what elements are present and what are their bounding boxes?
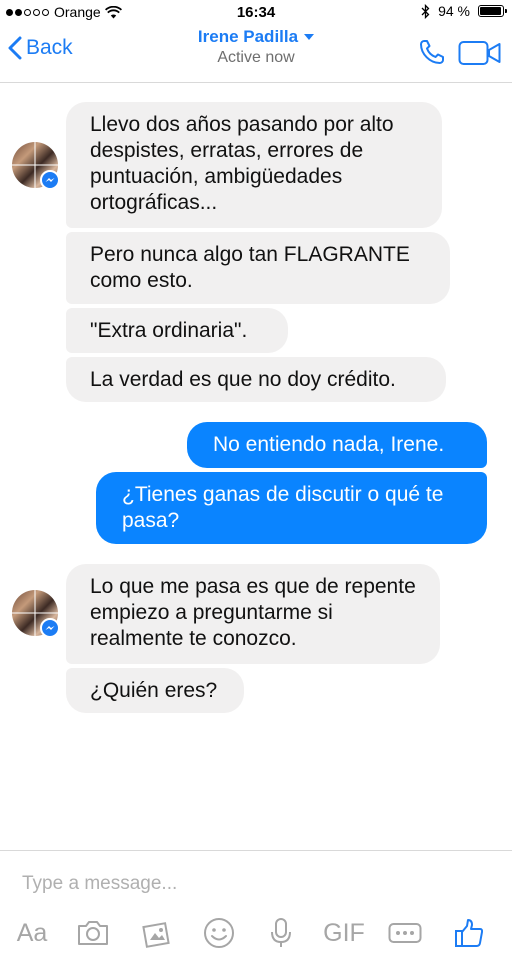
more-options-icon	[388, 923, 422, 943]
conversation-header: Back Irene Padilla Active now	[0, 26, 512, 83]
voice-button[interactable]	[258, 913, 304, 953]
contact-name: Irene Padilla	[197, 27, 299, 46]
message-bubble[interactable]: Llevo dos años pasando por alto despiste…	[66, 102, 442, 228]
battery-icon	[478, 5, 507, 17]
call-button[interactable]	[418, 38, 446, 71]
battery-percent: 94 %	[438, 3, 470, 19]
message-bubble[interactable]: ¿Quién eres?	[66, 668, 244, 713]
video-call-button[interactable]	[458, 40, 502, 71]
video-camera-icon	[458, 41, 501, 65]
bluetooth-icon	[421, 3, 430, 19]
phone-icon	[420, 40, 444, 64]
camera-icon	[78, 921, 108, 945]
message-bubble[interactable]: Pero nunca algo tan FLAGRANTE como esto.	[66, 232, 450, 304]
battery-level	[480, 7, 501, 15]
microphone-icon	[271, 918, 291, 947]
more-button[interactable]	[382, 913, 428, 953]
text-format-button[interactable]: Aa	[8, 913, 56, 953]
messenger-badge-icon	[40, 618, 60, 638]
thumbs-up-icon	[455, 919, 484, 947]
composer-toolbar: Aa GIF	[0, 913, 512, 953]
camera-button[interactable]	[70, 913, 116, 953]
gif-label: GIF	[323, 918, 365, 947]
messenger-badge-icon	[40, 170, 60, 190]
status-right: 94 %	[421, 3, 507, 19]
gallery-button[interactable]	[134, 913, 180, 953]
message-bubble[interactable]: No entiendo nada, Irene.	[187, 422, 487, 468]
contact-name-button[interactable]: Irene Padilla	[197, 27, 315, 47]
text-format-label: Aa	[16, 918, 48, 947]
message-bubble[interactable]: "Extra ordinaria".	[66, 308, 288, 353]
message-list[interactable]: Llevo dos años pasando por alto despiste…	[0, 82, 512, 850]
smiley-icon	[204, 918, 234, 948]
gif-button[interactable]: GIF	[316, 913, 372, 953]
message-input[interactable]	[20, 869, 464, 899]
sticker-button[interactable]	[196, 913, 242, 953]
message-bubble[interactable]: ¿Tienes ganas de discutir o qué te pasa?	[96, 472, 487, 544]
like-button[interactable]	[446, 913, 492, 953]
photo-gallery-icon	[142, 922, 170, 948]
status-bar: Orange 16:34 94 %	[0, 0, 512, 26]
caret-down-icon	[304, 34, 315, 40]
message-bubble[interactable]: La verdad es que no doy crédito.	[66, 357, 446, 402]
message-bubble[interactable]: Lo que me pasa es que de repente empiezo…	[66, 564, 440, 664]
composer: Aa	[0, 850, 512, 961]
